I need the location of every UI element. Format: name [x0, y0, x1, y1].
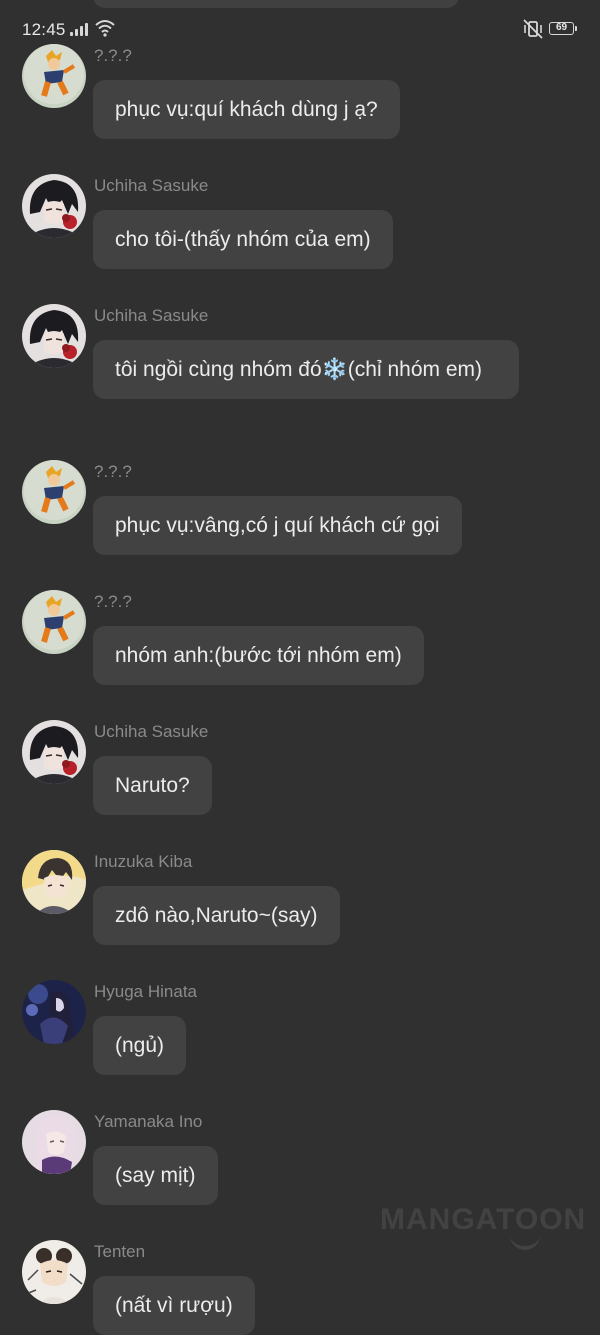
message-bubble[interactable]: tôi ngồi cùng nhóm đó❄️(chỉ nhóm em): [93, 340, 519, 399]
sender-name: Yamanaka Ino: [94, 1112, 203, 1131]
signal-icon: [70, 22, 92, 36]
wifi-icon: [95, 20, 115, 37]
sender-name: Hyuga Hinata: [94, 982, 198, 1001]
sender-name: ?.?.?: [94, 462, 132, 481]
battery-indicator: 69: [549, 22, 577, 35]
message-bubble[interactable]: (ngủ): [93, 1016, 187, 1075]
message-bubble[interactable]: nhóm anh:(bước tới nhóm em): [93, 626, 424, 685]
ino-avatar[interactable]: [22, 1110, 86, 1174]
vibrate-off-icon: [523, 19, 543, 39]
naruto-avatar[interactable]: [22, 460, 86, 524]
message-bubble[interactable]: phục vụ:vâng,có j quí khách cứ gọi: [93, 496, 462, 555]
watermark: MANGATOON: [380, 1203, 587, 1236]
sender-name: ?.?.?: [94, 46, 132, 65]
tenten-avatar[interactable]: [22, 1240, 86, 1304]
sasuke-avatar[interactable]: [22, 720, 86, 784]
hinata-avatar[interactable]: [22, 980, 86, 1044]
sender-name: Uchiha Sasuke: [94, 722, 209, 741]
message-bubble[interactable]: Naruto?: [93, 756, 212, 815]
kiba-avatar[interactable]: [22, 850, 86, 914]
message-bubble[interactable]: phục vụ:quí khách dùng j ạ?: [93, 80, 400, 139]
naruto-avatar[interactable]: [22, 44, 86, 108]
sender-name: Uchiha Sasuke: [94, 176, 209, 195]
sender-name: Uchiha Sasuke: [94, 306, 209, 325]
message-bubble[interactable]: cho tôi-(thấy nhóm của em): [93, 210, 393, 269]
previous-message-bubble: [93, 0, 459, 8]
status-time: 12:45: [22, 20, 66, 39]
message-bubble[interactable]: zdô nào,Naruto~(say): [93, 886, 340, 945]
sender-name: ?.?.?: [94, 592, 132, 611]
message-bubble[interactable]: (nất vì rượu): [93, 1276, 255, 1335]
sender-name: Tenten: [94, 1242, 146, 1261]
sasuke-avatar[interactable]: [22, 304, 86, 368]
sasuke-avatar[interactable]: [22, 174, 86, 238]
watermark-logo-mark: [510, 1234, 540, 1250]
sender-name: Inuzuka Kiba: [94, 852, 193, 871]
status-bar: 12:45 69: [0, 0, 600, 48]
naruto-avatar[interactable]: [22, 590, 86, 654]
message-bubble[interactable]: (say mịt): [93, 1146, 218, 1205]
